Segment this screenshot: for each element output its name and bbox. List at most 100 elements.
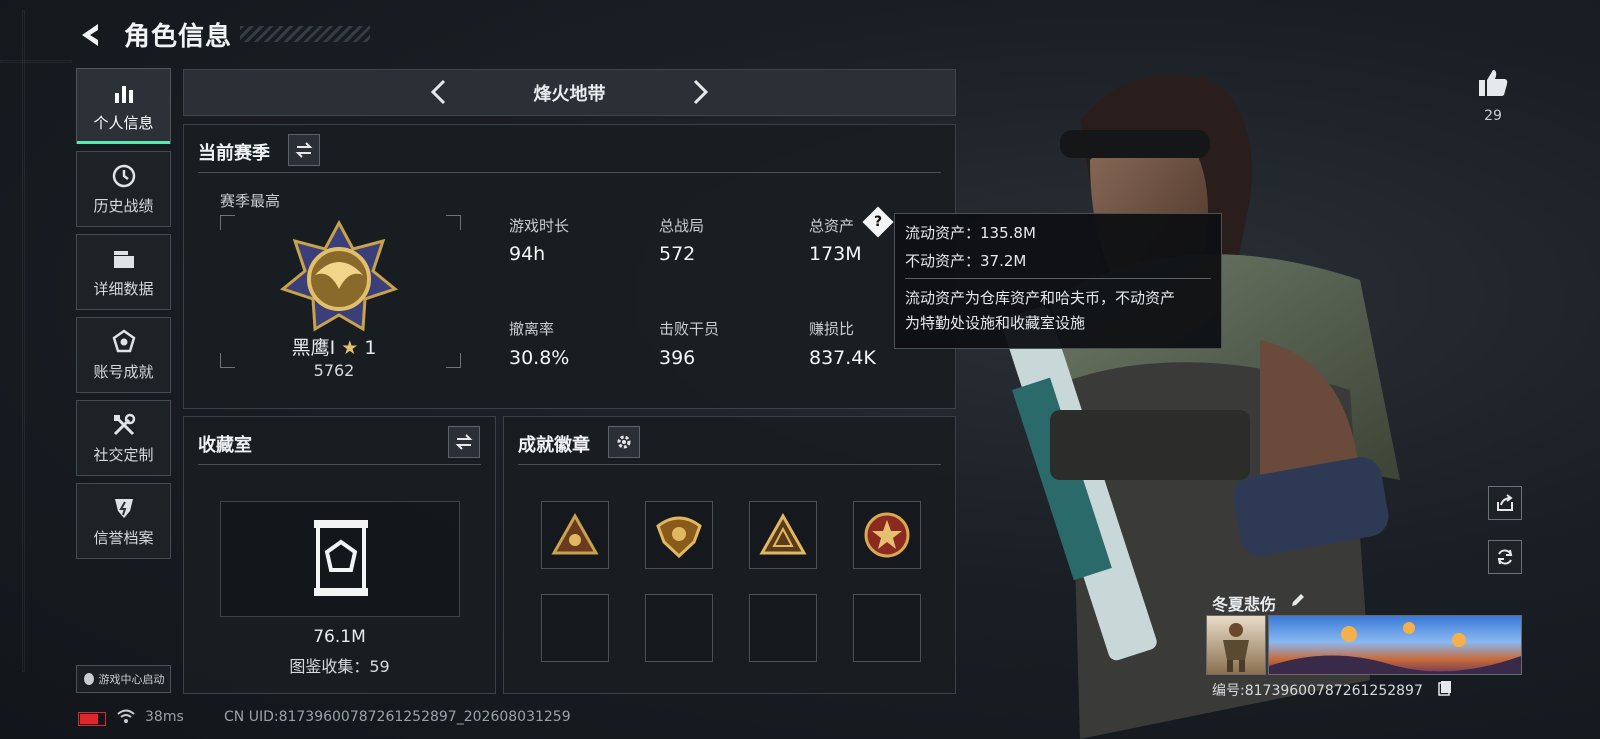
back-arrow-icon [82,24,98,46]
badge-pyramid-icon [759,513,807,555]
rank-name-row: 黑鹰I ★ 1 [184,333,484,360]
collection-swap-button[interactable] [448,426,480,458]
tooltip-divider [905,278,1211,279]
stat-label: 总资产 [809,217,855,235]
player-id: 编号:817396007872612528​97 [1212,683,1423,699]
frame-corner [220,215,235,230]
decor-line [0,60,72,63]
title-decoration [240,26,370,42]
stat-value: 30.8% [509,347,570,369]
help-icon-glyph: ? [873,214,883,230]
badge-slot-empty[interactable] [853,594,921,662]
sidebar-item-social[interactable]: 社交定制 [76,400,171,476]
share-button[interactable] [1488,486,1522,520]
divider [198,464,481,465]
launcher-label: 游戏中心启动 [98,673,165,686]
badge-slot[interactable] [541,501,609,569]
achievement-icon [112,328,135,352]
likes-count: 29 [1484,108,1502,124]
star-icon: ★ [341,337,359,359]
refresh-button[interactable] [1488,540,1522,574]
vault-icon [314,520,368,596]
stat-value: 837.4K [809,347,876,369]
sidebar-item-label: 信誉档案 [93,528,154,547]
stat-label: 游戏时长 [509,217,570,235]
player-avatar[interactable] [1206,615,1266,675]
collection-count: 图鉴收集：59 [289,657,390,676]
stat-label: 撤离率 [509,320,555,338]
banner-art [1269,622,1521,674]
gear-icon [617,435,631,449]
penguin-icon [83,673,94,685]
badge-star-icon [864,512,910,558]
sidebar-item-profile[interactable]: 个人信息 [76,68,171,144]
copy-icon[interactable] [1438,680,1452,696]
collection-section-title: 收藏室 [198,435,252,456]
badges-section-title: 成就徽章 [518,435,590,456]
season-best-label: 赛季最高 [220,192,281,210]
clock-icon [112,164,135,187]
badge-slot-empty[interactable] [749,594,817,662]
stat-value: 572 [659,243,696,265]
tooltip-desc-2: 为特勤处设施和收藏室设施 [905,314,1086,332]
stat-value: 396 [659,347,696,369]
rank-name: 黑鹰I [291,337,336,359]
mode-title: 烽火地带 [533,84,606,105]
badge-slot[interactable] [645,501,713,569]
player-banner[interactable] [1268,615,1522,675]
bar-chart-icon [114,85,133,103]
launcher-button[interactable]: 游戏中心启动 [76,665,171,693]
badge-slot[interactable] [749,501,817,569]
sidebar-item-achievements[interactable]: 账号成就 [76,317,171,393]
collection-panel: 收藏室 76.1M 图鉴收集：59 [183,416,496,694]
tools-icon [113,413,135,435]
tooltip-desc-1: 流动资产为仓库资产和哈夫币，不动资产 [905,289,1176,307]
edit-name-icon[interactable] [1290,592,1306,608]
page-title: 角色信息 [124,22,233,52]
assets-tooltip: 流动资产：135.8M 不动资产：37.2M 流动资产为仓库资产和哈夫币，不动资… [894,213,1222,349]
tooltip-liquid-assets: 流动资产：135.8M [905,224,1036,242]
uid-text: CN UID:8173960078726125289​7_20260803125… [224,709,571,725]
sidebar-item-details[interactable]: 详细数据 [76,234,171,310]
stat-label: 击败干员 [659,320,720,338]
sidebar-item-label: 社交定制 [93,445,154,464]
sidebar-item-label: 个人信息 [93,113,154,132]
sidebar-item-label: 账号成就 [93,362,154,381]
folder-icon [113,250,134,268]
badges-settings-button[interactable] [608,426,640,458]
rank-stars: 1 [364,337,377,359]
sidebar-item-reputation[interactable]: 信誉档案 [76,483,171,559]
season-panel: 当前赛季 赛季最高 黑鹰I ★ 1 5762 游戏时长 94h 总战局 572 … [183,124,956,409]
badge-slot-empty[interactable] [645,594,713,662]
badge-eagle-icon [656,516,702,558]
collection-value: 76.1M [313,627,366,647]
collection-room-preview[interactable] [220,501,460,617]
player-name: 冬夏悲伤 [1212,595,1277,614]
tooltip-fixed-assets: 不动资产：37.2M [905,252,1027,270]
shield-icon [114,498,133,518]
share-icon [1497,494,1513,511]
badge-slot[interactable] [853,501,921,569]
back-button[interactable] [76,20,106,50]
rank-score: 5762 [313,361,355,380]
ping-value: 38ms [145,709,184,725]
stat-value: 173M [809,243,862,265]
sidebar-item-label: 历史战绩 [93,196,154,215]
stat-value: 94h [509,243,546,265]
swap-icon [455,434,473,450]
avatar-figure-icon [1223,623,1249,672]
sidebar-item-history[interactable]: 历史战绩 [76,151,171,227]
wifi-icon [117,709,135,723]
chevron-right-icon[interactable] [683,76,715,108]
divider [198,172,941,173]
decor-line [22,10,25,672]
swap-icon [295,142,313,158]
sidebar-item-label: 详细数据 [93,279,154,298]
season-swap-button[interactable] [288,134,320,166]
thumbs-up-icon[interactable] [1477,68,1509,98]
badge-slot-empty[interactable] [541,594,609,662]
battery-icon [78,712,106,726]
stat-label: 总战局 [659,217,705,235]
badges-panel: 成就徽章 [503,416,956,694]
season-section-title: 当前赛季 [198,143,270,164]
